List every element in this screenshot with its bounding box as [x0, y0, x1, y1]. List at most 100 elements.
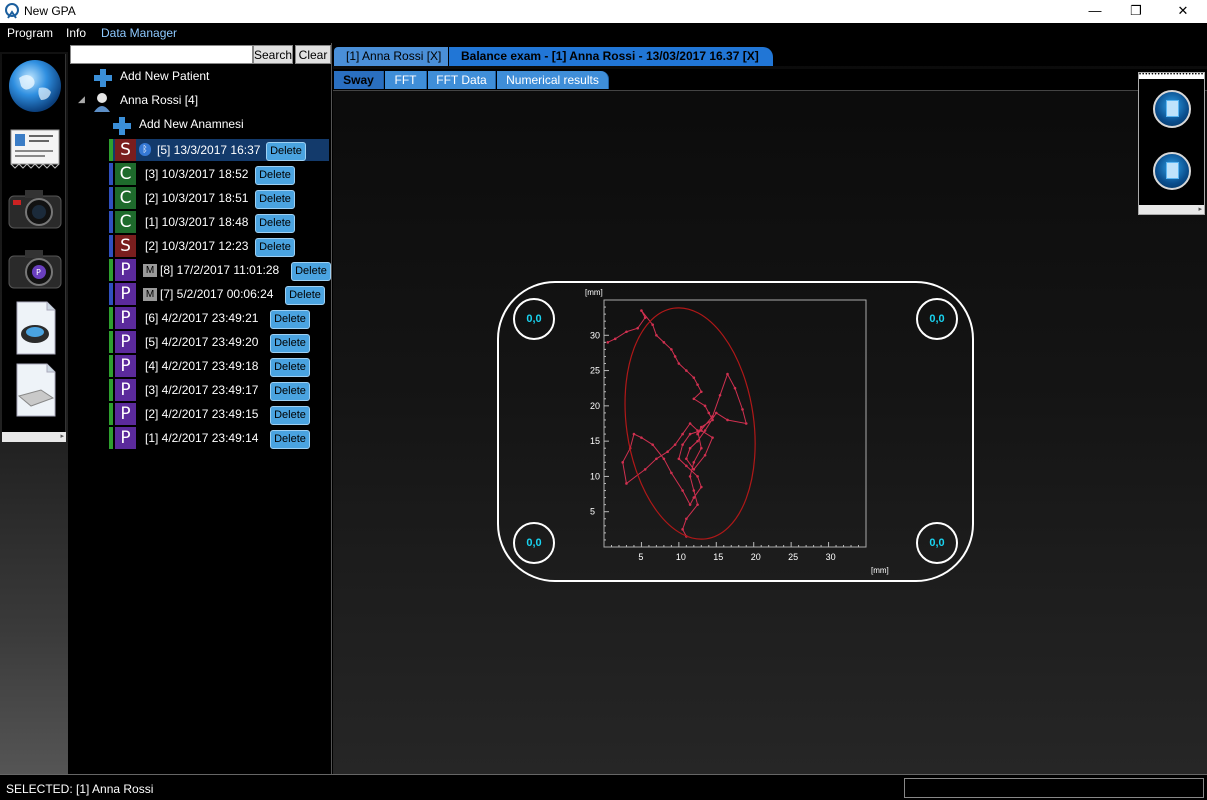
bluetooth-icon: ᛒ: [139, 143, 151, 156]
add-anamnesis-link[interactable]: Add New Anamnesi: [139, 117, 244, 131]
exam-row[interactable]: P [1] 4/2/2017 23:49:14 Delete: [109, 427, 329, 449]
sway-point: [643, 468, 647, 471]
delete-button[interactable]: Delete: [270, 382, 310, 401]
corner-sensor-bottom-left: 0,0: [513, 522, 555, 564]
delete-button[interactable]: Delete: [255, 214, 295, 233]
sway-point: [655, 333, 658, 337]
y-tick-label: 15: [590, 436, 600, 446]
sway-point: [673, 443, 677, 446]
exam-row[interactable]: S ᛒ [5] 13/3/2017 16:37 Delete: [109, 139, 329, 161]
exam-row[interactable]: P [4] 4/2/2017 23:49:18 Delete: [109, 355, 329, 377]
sway-point: [662, 457, 666, 461]
tab-fft[interactable]: FFT: [385, 71, 427, 89]
add-patient-link[interactable]: Add New Patient: [120, 69, 209, 83]
sway-point: [696, 429, 699, 432]
menu-data-manager[interactable]: Data Manager: [101, 26, 177, 40]
svg-text:P: P: [36, 268, 41, 277]
add-anamnesis-icon[interactable]: [113, 117, 131, 135]
delete-button[interactable]: Delete: [291, 262, 331, 281]
patient-node[interactable]: Anna Rossi [4]: [120, 93, 198, 107]
status-bar-indicator: [109, 235, 113, 257]
tab-fft-data[interactable]: FFT Data: [428, 71, 496, 89]
exam-row[interactable]: P [5] 4/2/2017 23:49:20 Delete: [109, 331, 329, 353]
exam-row[interactable]: C [1] 10/3/2017 18:48 Delete: [109, 211, 329, 233]
sway-point: [613, 337, 617, 341]
delete-button[interactable]: Delete: [255, 238, 295, 257]
delete-button[interactable]: Delete: [270, 406, 310, 425]
sway-point: [651, 323, 654, 326]
pdf-export-icon[interactable]: [1153, 90, 1191, 128]
sway-point: [696, 383, 699, 386]
minimize-button[interactable]: —: [1075, 0, 1115, 23]
sway-point: [621, 461, 625, 464]
delete-button[interactable]: Delete: [270, 310, 310, 329]
exam-row[interactable]: P [2] 4/2/2017 23:49:15 Delete: [109, 403, 329, 425]
delete-button[interactable]: Delete: [270, 430, 310, 449]
expand-toggle-icon[interactable]: ◢: [78, 94, 85, 105]
add-patient-icon[interactable]: [94, 69, 112, 87]
toolbar-collapse-button[interactable]: ▸: [2, 432, 66, 442]
x-tick-label: 10: [676, 552, 686, 562]
camera-p-icon[interactable]: P: [7, 240, 63, 296]
exam-label: [5] 13/3/2017 16:37: [157, 143, 261, 157]
clear-button[interactable]: Clear: [295, 45, 331, 64]
document-platform-icon[interactable]: [7, 362, 63, 418]
exam-row[interactable]: P M [8] 17/2/2017 11:01:28 Delete: [109, 259, 331, 281]
maximize-button[interactable]: ❐: [1116, 0, 1156, 23]
tab-sway[interactable]: Sway: [334, 71, 384, 89]
sway-point: [651, 443, 654, 446]
sway-point: [700, 390, 703, 394]
menu-info[interactable]: Info: [66, 26, 86, 40]
delete-button[interactable]: Delete: [270, 334, 310, 353]
search-button[interactable]: Search: [253, 45, 293, 64]
delete-button[interactable]: Delete: [285, 286, 325, 305]
sway-point: [692, 461, 696, 464]
y-axis-unit: [mm]: [585, 288, 603, 297]
delete-button[interactable]: Delete: [270, 358, 310, 377]
sway-point: [606, 341, 610, 344]
y-tick-label: 5: [590, 507, 595, 517]
sway-point: [692, 376, 696, 379]
sway-point: [700, 446, 703, 450]
exam-row[interactable]: C [3] 10/3/2017 18:52 Delete: [109, 163, 329, 185]
exam-label: [2] 10/3/2017 18:51: [145, 191, 249, 205]
patient-tree-panel: Search Clear Add New Patient ◢ Anna Ross…: [69, 43, 332, 774]
exam-row[interactable]: P [3] 4/2/2017 23:49:17 Delete: [109, 379, 329, 401]
panel-grip[interactable]: ••••••••••••••••••••••: [1139, 73, 1204, 79]
search-input[interactable]: [70, 45, 253, 64]
close-button[interactable]: ✕: [1163, 0, 1203, 23]
id-card-icon[interactable]: [7, 122, 63, 178]
document-foot-icon[interactable]: [7, 300, 63, 356]
menu-program[interactable]: Program: [7, 26, 53, 40]
sway-point: [681, 432, 684, 436]
sway-point: [662, 341, 666, 344]
delete-button[interactable]: Delete: [266, 142, 306, 161]
sway-point: [640, 309, 643, 312]
sway-point: [696, 503, 699, 506]
delete-button[interactable]: Delete: [255, 166, 295, 185]
exam-label: [7] 5/2/2017 00:06:24: [160, 287, 274, 301]
sway-point: [703, 453, 707, 457]
status-bar-indicator: [109, 139, 113, 161]
exam-label: [1] 4/2/2017 23:49:14: [145, 431, 259, 445]
exam-row[interactable]: P M [7] 5/2/2017 00:06:24 Delete: [109, 283, 329, 305]
sway-point: [677, 457, 681, 461]
delete-button[interactable]: Delete: [255, 190, 295, 209]
export-panel-collapse-button[interactable]: ▸: [1139, 205, 1204, 214]
globe-icon[interactable]: [7, 58, 63, 114]
tab-balance-exam[interactable]: Balance exam - [1] Anna Rossi - 13/03/20…: [449, 47, 773, 66]
status-bar-indicator: [109, 403, 113, 425]
exam-type-icon: P: [115, 403, 136, 425]
exam-type-icon: S: [115, 139, 136, 161]
camera-icon[interactable]: [7, 180, 63, 236]
sway-point: [625, 330, 628, 334]
exam-row[interactable]: P [6] 4/2/2017 23:49:21 Delete: [109, 307, 329, 329]
sway-point: [692, 496, 696, 499]
tab-numerical-results[interactable]: Numerical results: [497, 71, 609, 89]
tab-patient[interactable]: [1] Anna Rossi [X]: [334, 47, 448, 66]
exam-row[interactable]: C [2] 10/3/2017 18:51 Delete: [109, 187, 329, 209]
x-tick-label: 30: [826, 552, 836, 562]
xls-export-icon[interactable]: [1153, 152, 1191, 190]
view-tabs: Sway FFT FFT Data Numerical results: [333, 69, 1207, 91]
exam-row[interactable]: S [2] 10/3/2017 12:23 Delete: [109, 235, 329, 257]
